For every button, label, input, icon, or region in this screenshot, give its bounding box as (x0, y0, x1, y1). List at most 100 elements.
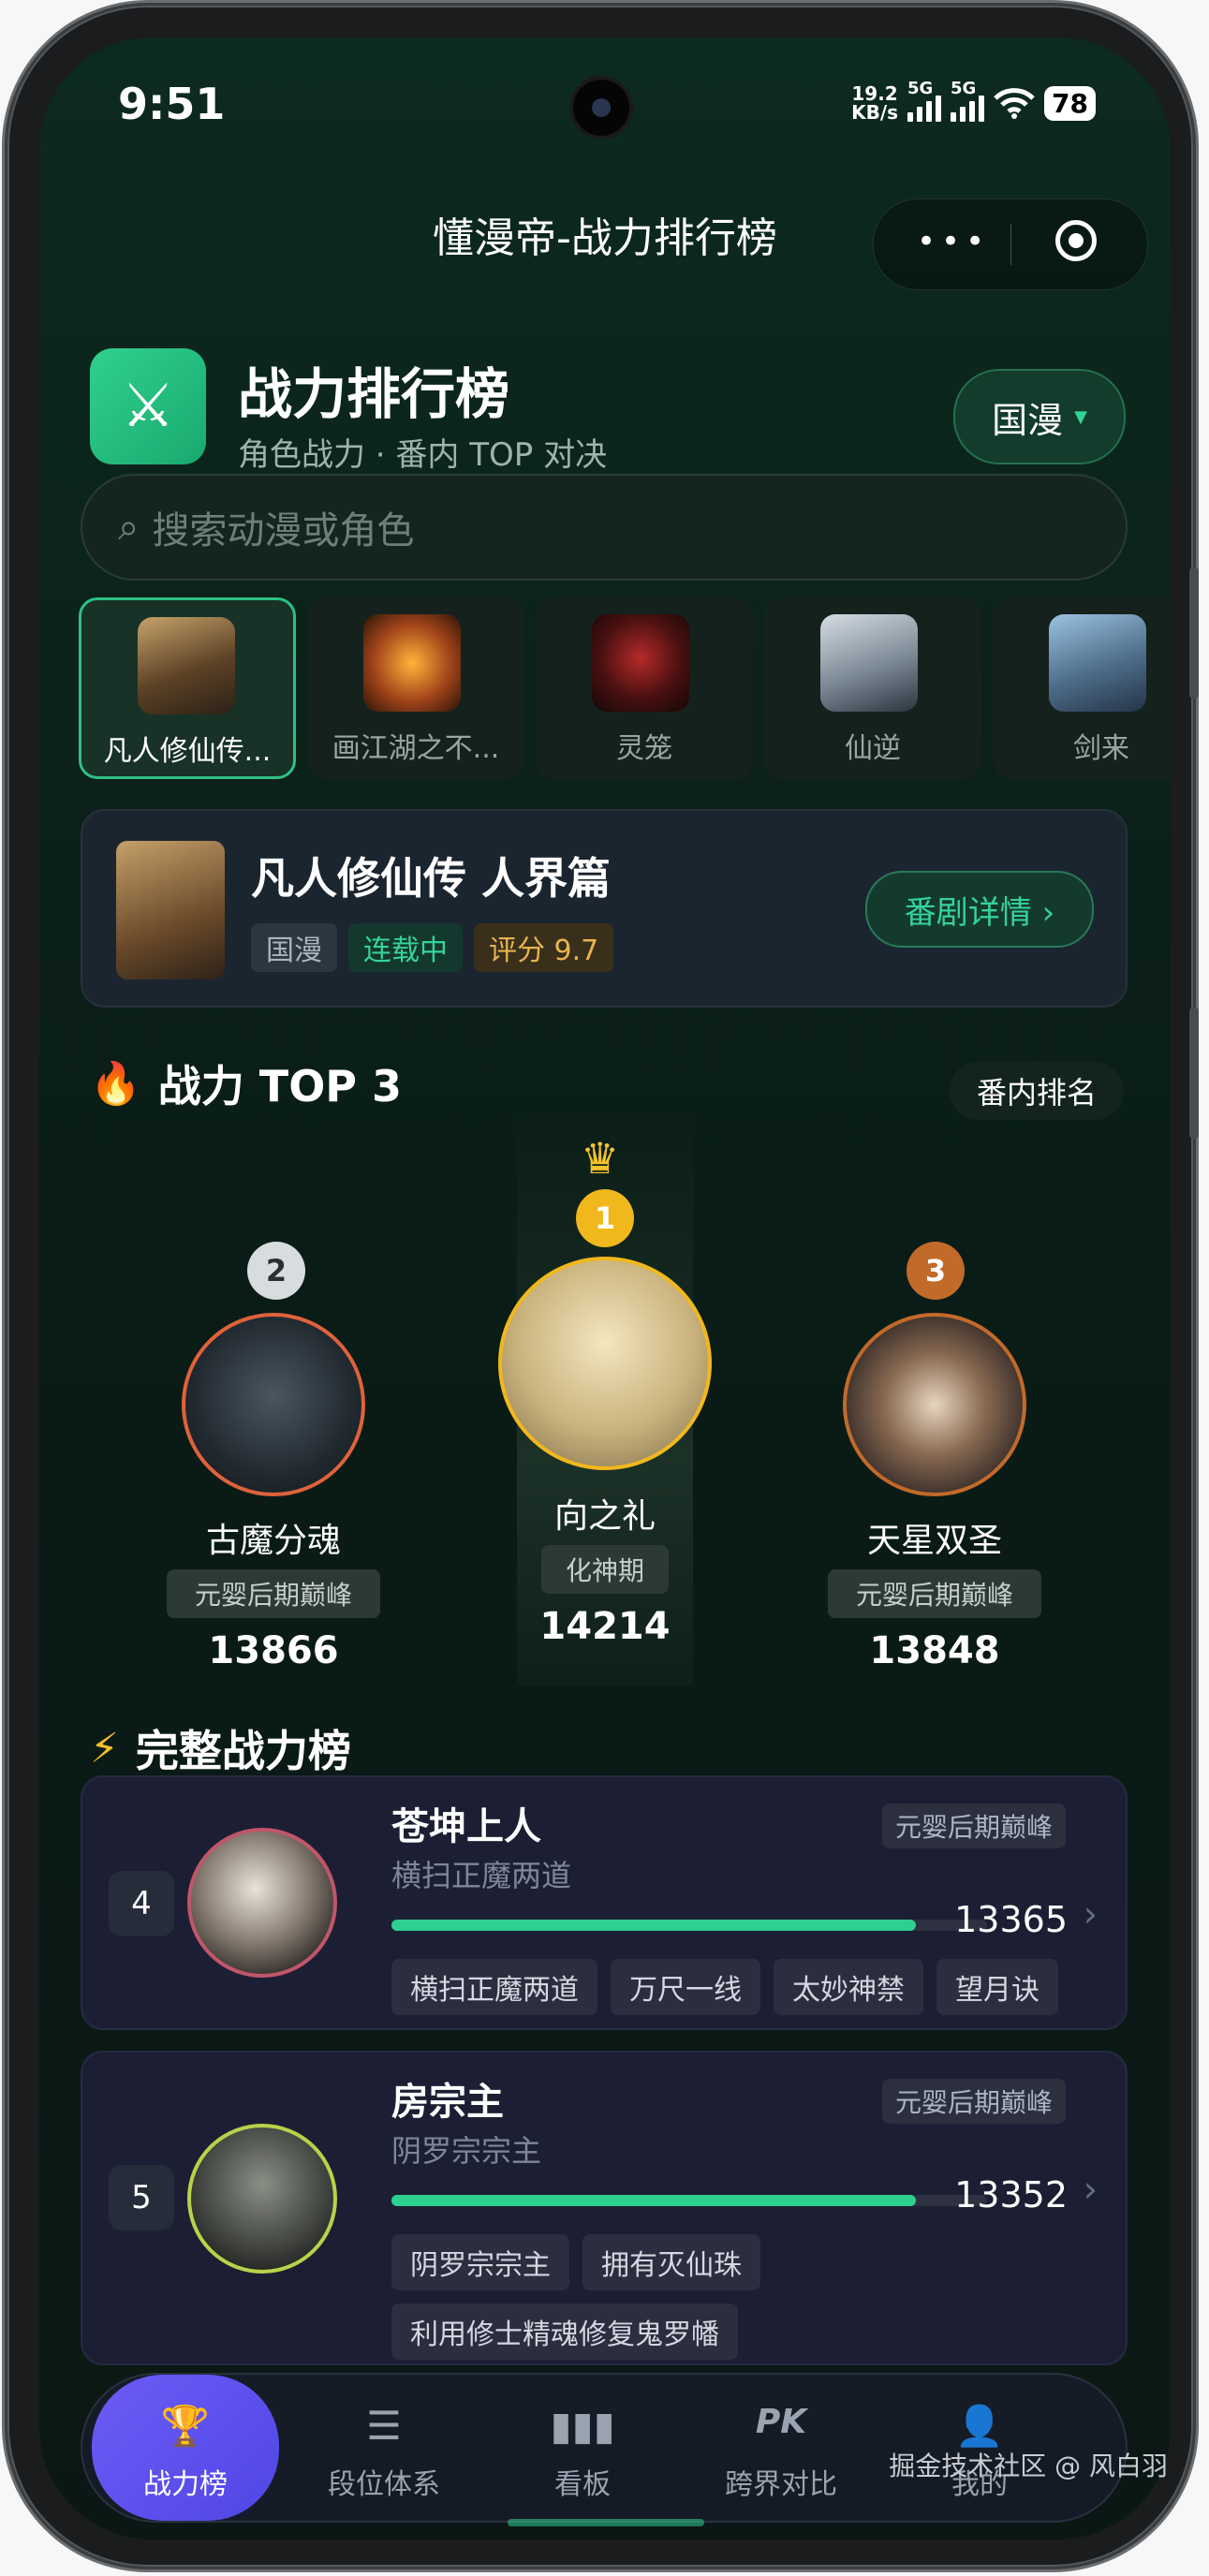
tab-label: 战力榜 (143, 2468, 228, 2501)
anime-tab[interactable]: 凡人修仙传... (79, 597, 296, 779)
character-title: 横扫正魔两道 (391, 1858, 572, 1893)
anime-thumbnail (820, 614, 918, 712)
power-progress-bar (391, 2195, 987, 2206)
search-input[interactable]: ⌕ 搜索动漫或角色 (81, 474, 1128, 581)
more-icon[interactable]: ••• (917, 226, 990, 258)
drama-detail-button[interactable]: 番剧详情 › (865, 871, 1094, 948)
tab-label: 跨界对比 (725, 2468, 837, 2501)
chevron-right-icon: › (1083, 1893, 1098, 1935)
page-subtitle: 角色战力 · 番内 TOP 对决 (238, 436, 608, 474)
anime-tab-label: 仙逆 (845, 732, 901, 765)
skill-tag: 望月诀 (936, 1959, 1058, 2015)
power-progress-fill (391, 1920, 916, 1931)
rank-number: 5 (109, 2165, 174, 2230)
trophy-icon: 🏆 (160, 2403, 211, 2449)
skill-tag: 利用修士精魂修复鬼罗幡 (391, 2304, 738, 2360)
second-name: 古魔分魂 (205, 1522, 341, 1560)
status-bar: 9:51 19.2 KB/s 5G 5G 78 (39, 37, 1171, 169)
second-realm: 元婴后期巅峰 (167, 1569, 380, 1618)
front-camera (573, 80, 629, 136)
first-name: 向之礼 (553, 1497, 656, 1536)
user-icon: 👤 (954, 2403, 1005, 2449)
anime-tab-label: 凡人修仙传... (103, 735, 272, 768)
third-power: 13848 (869, 1629, 1000, 1672)
dropdown-arrow-icon: ▼ (1074, 406, 1087, 427)
top3-title: 战力 TOP 3 (157, 1061, 403, 1111)
anime-tab-label: 剑来 (1073, 732, 1129, 765)
home-indicator (508, 2519, 704, 2526)
tab-dashboard[interactable]: ▮▮▮ 看板 (489, 2375, 676, 2521)
net-speed-value: 19.2 (851, 82, 898, 105)
drama-cover (116, 841, 225, 979)
third-realm: 元婴后期巅峰 (828, 1569, 1041, 1618)
character-power: 13352 (954, 2174, 1068, 2215)
status-time: 9:51 (118, 79, 226, 129)
signal-icon: 5G (951, 79, 985, 122)
search-placeholder: 搜索动漫或角色 (152, 509, 415, 552)
side-button (1189, 1008, 1199, 1139)
podium: ♛ 1 向之礼 化神期 14214 2 古魔分魂 元婴后期巅峰 13866 3 … (39, 1114, 1171, 1695)
third-avatar[interactable] (843, 1313, 1026, 1496)
anime-tab-label: 画江湖之不... (332, 732, 500, 765)
miniapp-capsule: ••• (873, 199, 1148, 290)
character-title: 阴罗宗宗主 (391, 2133, 542, 2169)
top3-heading: 🔥 战力 TOP 3 (90, 1052, 402, 1114)
realm-badge: 元婴后期巅峰 (881, 2079, 1066, 2124)
anime-tab[interactable]: 灵笼 (536, 597, 753, 779)
skill-tags: 横扫正魔两道 万尺一线 太妙神禁 望月诀 (391, 1959, 1084, 2015)
rank-list-item[interactable]: 5 房宗主 阴罗宗宗主 元婴后期巅峰 13352 › 阴罗宗宗主 拥有灭仙珠 利… (81, 2051, 1128, 2365)
skill-tag: 横扫正魔两道 (391, 1959, 597, 2015)
skill-tag: 太妙神禁 (774, 1959, 923, 2015)
skill-tag: 阴罗宗宗主 (391, 2234, 569, 2290)
signal-icon: 5G (907, 79, 942, 122)
anime-thumbnail (138, 617, 235, 714)
anime-thumbnail (592, 614, 689, 712)
power-progress-bar (391, 1920, 987, 1931)
capsule-divider (1010, 224, 1011, 265)
net-speed-unit: KB/s (851, 101, 899, 124)
third-name: 天星双圣 (866, 1522, 1002, 1560)
signal-label: 5G (951, 79, 977, 98)
tab-power-rank[interactable]: 🏆 战力榜 (92, 2375, 279, 2521)
crossed-swords-icon: ⚔ (90, 348, 206, 464)
anime-selector: 凡人修仙传... 画江湖之不... 灵笼 仙逆 剑来 (73, 597, 1171, 785)
first-power: 14214 (539, 1605, 671, 1648)
tab-cross-compare[interactable]: PK 跨界对比 (687, 2375, 875, 2521)
tab-label: 段位体系 (328, 2468, 440, 2501)
region-dropdown[interactable]: 国漫 ▼ (953, 369, 1126, 464)
character-power: 13365 (954, 1899, 1068, 1940)
tag-status: 连载中 (348, 923, 463, 972)
drama-tags: 国漫 连载中 评分 9.7 (251, 923, 614, 972)
crown-icon: ♛ (581, 1133, 620, 1184)
anime-thumbnail (363, 614, 461, 712)
status-icons: 19.2 KB/s 5G 5G 78 (851, 75, 1096, 131)
skill-tag: 万尺一线 (611, 1959, 760, 2015)
close-miniapp-icon[interactable] (1055, 220, 1097, 261)
full-rank-title: 完整战力榜 (135, 1726, 351, 1776)
lightning-icon: ⚡ (90, 1724, 119, 1773)
anime-tab[interactable]: 剑来 (993, 597, 1171, 779)
side-button (1189, 567, 1199, 699)
tag-score: 评分 9.7 (474, 923, 614, 972)
anime-tab[interactable]: 画江湖之不... (307, 597, 524, 779)
rank-number: 4 (109, 1871, 174, 1936)
first-realm: 化神期 (541, 1545, 669, 1594)
pk-icon: PK (755, 2403, 807, 2441)
first-avatar[interactable] (498, 1257, 712, 1470)
in-show-rank-button[interactable]: 番内排名 (950, 1062, 1124, 1120)
tag-type: 国漫 (251, 923, 337, 972)
character-avatar (187, 2124, 337, 2274)
watermark: 掘金技术社区 @ 风白羽 (889, 2451, 1168, 2481)
anime-thumbnail (1049, 614, 1146, 712)
drama-card: 凡人修仙传 人界篇 国漫 连载中 评分 9.7 番剧详情 › (81, 809, 1128, 1008)
drama-title: 凡人修仙传 人界篇 (251, 853, 612, 904)
region-label: 国漫 (992, 399, 1064, 441)
rank-medal-bronze: 3 (907, 1242, 965, 1300)
anime-tab[interactable]: 仙逆 (764, 597, 981, 779)
search-icon: ⌕ (118, 506, 140, 549)
second-power: 13866 (208, 1629, 339, 1672)
second-avatar[interactable] (182, 1313, 365, 1496)
rank-list-item[interactable]: 4 苍坤上人 横扫正魔两道 元婴后期巅峰 13365 › 横扫正魔两道 万尺一线… (81, 1775, 1128, 2030)
tab-rank-system[interactable]: ☰ 段位体系 (290, 2375, 478, 2521)
tab-label: 看板 (554, 2468, 611, 2501)
